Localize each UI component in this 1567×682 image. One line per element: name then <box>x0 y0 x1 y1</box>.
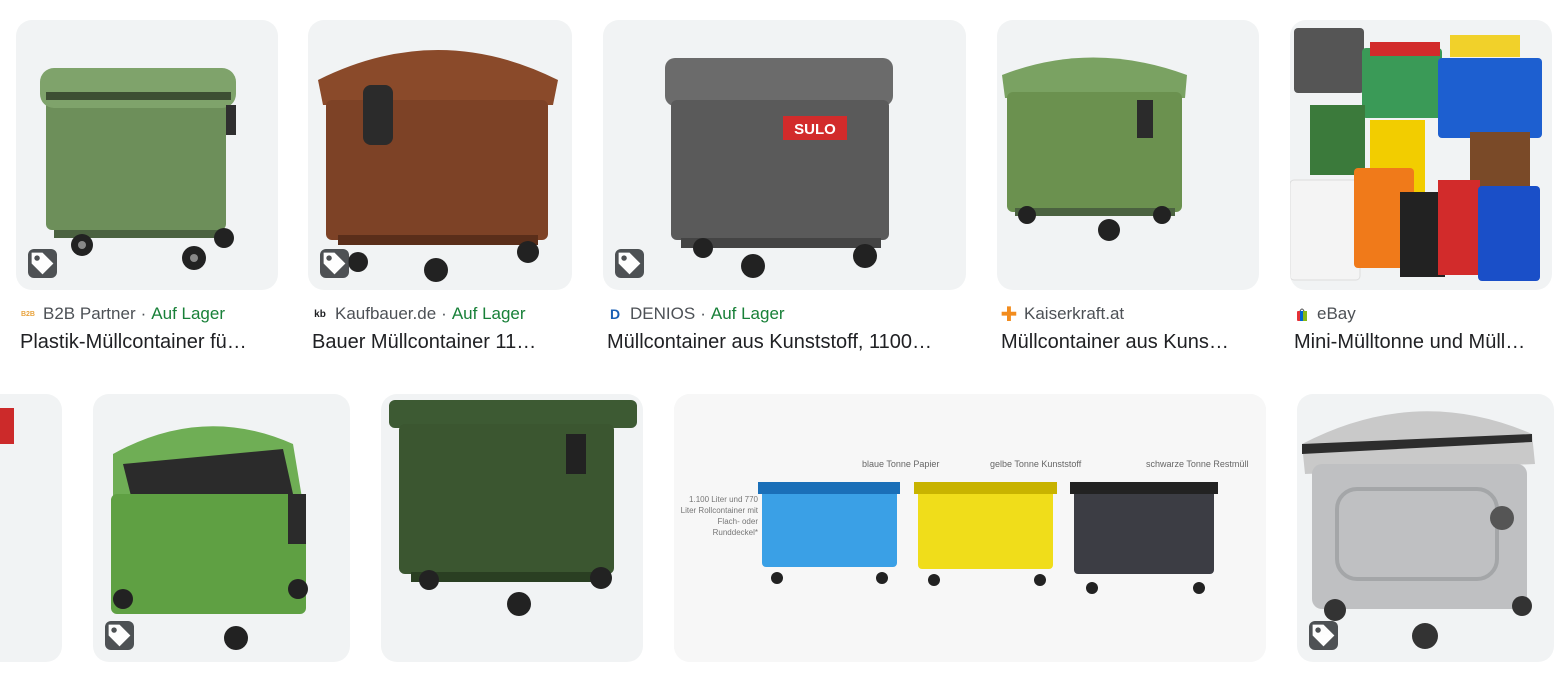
result-title[interactable]: Müllcontainer aus Kunststoff, 1100… <box>607 331 967 354</box>
result-thumbnail[interactable]: SULO <box>603 20 966 290</box>
label-blue: blaue Tonne Papier <box>862 459 939 469</box>
result-card-3[interactable]: SULO D DENIOS · Auf Lager Müllcontainer … <box>603 20 966 360</box>
b2b-favicon: B2B <box>20 310 35 318</box>
result-thumbnail[interactable] <box>308 20 572 290</box>
result-title[interactable]: Bauer Müllcontainer 11… <box>312 331 574 354</box>
sulo-logo: SULO <box>794 121 836 138</box>
result-source[interactable]: kb Kaufbauer.de · Auf Lager <box>312 304 526 324</box>
result-thumbnail[interactable] <box>93 394 350 662</box>
shopping-tag-icon <box>320 249 349 278</box>
shopping-tag-icon <box>1309 621 1338 650</box>
stock-status: Auf Lager <box>151 304 226 323</box>
result-title[interactable]: Plastik-Müllcontainer fü… <box>20 331 280 354</box>
denios-favicon: D <box>609 306 621 322</box>
stock-status: Auf Lager <box>710 304 785 323</box>
result-thumbnail[interactable] <box>1290 20 1552 290</box>
gray-container-image: SULO <box>665 58 893 278</box>
result-card-4[interactable]: ✚ Kaiserkraft.at Müllcontainer aus Kuns… <box>997 20 1259 360</box>
kaiserkraft-favicon: ✚ <box>1000 303 1018 326</box>
result-thumbnail[interactable] <box>0 394 62 662</box>
result-title[interactable]: Mini-Mülltonne und Müll… <box>1294 331 1550 354</box>
result-thumbnail[interactable] <box>1297 394 1554 662</box>
shopping-tag-icon <box>28 249 57 278</box>
result-source[interactable]: eBay <box>1294 304 1356 324</box>
side-text: 1.100 Liter und 770 Liter Rollcontainer … <box>680 495 758 537</box>
result-card-1[interactable]: B2B B2B Partner · Auf Lager Plastik-Müll… <box>16 20 278 360</box>
red-container-image <box>0 408 14 444</box>
result-card-9[interactable] <box>1297 394 1554 662</box>
infographic-image: blaue Tonne Papier gelbe Tonne Kunststof… <box>674 394 1266 662</box>
result-card-7[interactable] <box>381 394 643 662</box>
result-source[interactable]: D DENIOS · Auf Lager <box>607 304 785 324</box>
stock-status: Auf Lager <box>451 304 526 323</box>
result-thumbnail[interactable] <box>16 20 278 290</box>
result-card-2[interactable]: kb Kaufbauer.de · Auf Lager Bauer Müllco… <box>308 20 572 360</box>
label-yellow: gelbe Tonne Kunststoff <box>990 459 1082 469</box>
dark-green-container-image <box>389 400 637 616</box>
result-source[interactable]: B2B B2B Partner · Auf Lager <box>20 304 225 324</box>
result-thumbnail[interactable] <box>997 20 1259 290</box>
result-title[interactable]: Müllcontainer aus Kuns… <box>1001 331 1261 354</box>
kb-favicon: kb <box>314 308 326 320</box>
result-thumbnail[interactable] <box>381 394 643 662</box>
result-card-8[interactable]: blaue Tonne Papier gelbe Tonne Kunststof… <box>674 394 1266 662</box>
shopping-tag-icon <box>105 621 134 650</box>
label-black: schwarze Tonne Restmüll <box>1146 459 1248 469</box>
ebay-favicon <box>1294 306 1310 322</box>
result-source[interactable]: ✚ Kaiserkraft.at <box>1000 303 1125 326</box>
colorful-bins-image <box>1290 28 1542 281</box>
result-card-5[interactable]: eBay Mini-Mülltonne und Müll… <box>1290 20 1552 360</box>
shopping-tag-icon <box>615 249 644 278</box>
result-card-6[interactable] <box>93 394 350 662</box>
result-thumbnail[interactable]: blaue Tonne Papier gelbe Tonne Kunststof… <box>674 394 1266 662</box>
result-card-partial[interactable] <box>0 394 62 662</box>
green-container-image <box>1002 57 1187 241</box>
